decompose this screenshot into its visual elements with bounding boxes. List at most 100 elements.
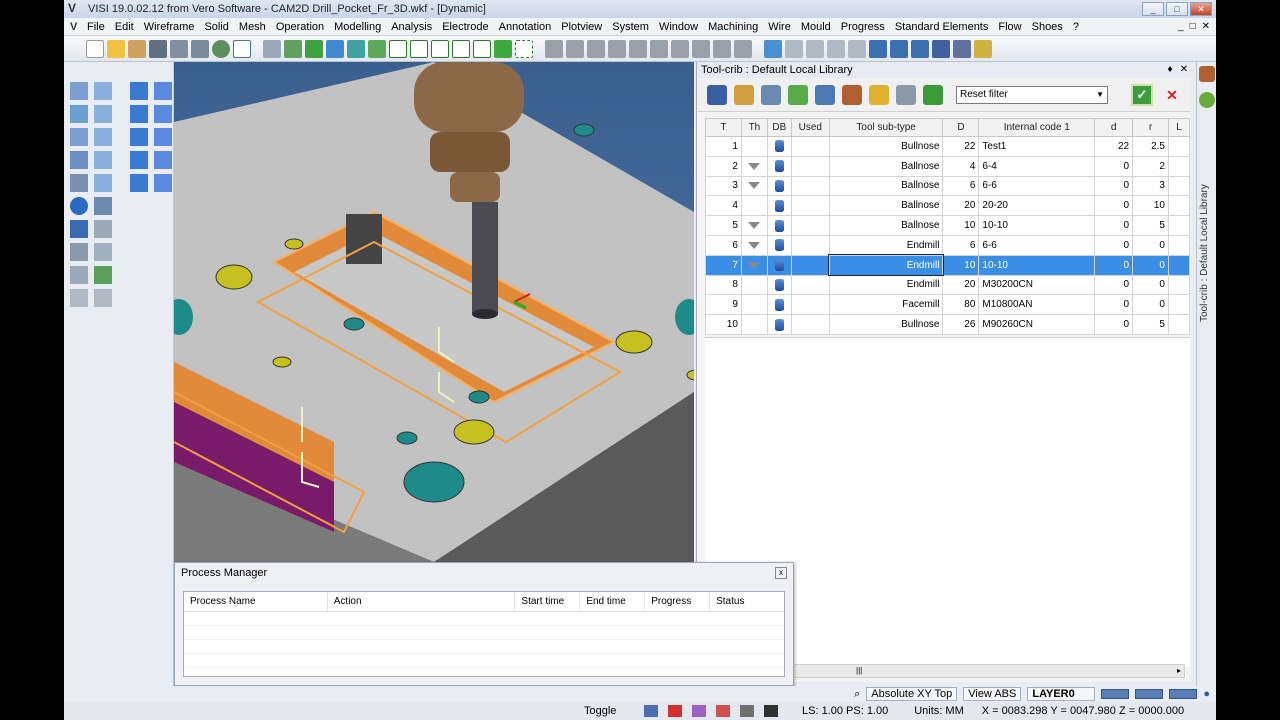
cube-iso-icon[interactable]: [473, 39, 491, 58]
help-query-icon[interactable]: [70, 220, 88, 238]
radius-cell[interactable]: 2: [1132, 155, 1169, 177]
small-d-cell[interactable]: 0: [1094, 215, 1134, 236]
internal-code-cell[interactable]: 10-10: [978, 254, 1096, 276]
col-db[interactable]: DB: [766, 118, 792, 137]
col-d-upper[interactable]: D: [942, 118, 980, 137]
database-cell[interactable]: [766, 254, 792, 276]
tool-arc4-icon[interactable]: [650, 39, 668, 58]
menu-help[interactable]: ?: [1068, 21, 1084, 33]
internal-code-cell[interactable]: M10800AN: [978, 294, 1096, 316]
length-cell[interactable]: [1167, 136, 1191, 157]
diameter-cell[interactable]: 80: [942, 294, 980, 316]
col-d-lower[interactable]: d: [1094, 118, 1134, 137]
arrow-left-icon[interactable]: [70, 289, 88, 307]
delete-tool-icon[interactable]: [896, 84, 916, 105]
properties-icon[interactable]: [94, 266, 112, 284]
menu-solid[interactable]: Solid: [199, 21, 233, 33]
tool-row[interactable]: 3 Ballnose 6 6-6 0 3: [705, 175, 1191, 197]
length-cell[interactable]: [1167, 234, 1191, 256]
col-used[interactable]: Used: [790, 118, 830, 137]
diameter-cell[interactable]: 6: [942, 175, 980, 197]
menu-standard-elements[interactable]: Standard Elements: [890, 21, 994, 33]
menu-mesh[interactable]: Mesh: [234, 21, 271, 33]
col-end-time[interactable]: End time: [580, 592, 646, 611]
menu-edit[interactable]: Edit: [110, 21, 139, 33]
col-r[interactable]: r: [1132, 118, 1169, 137]
used-cell[interactable]: [790, 274, 830, 296]
pin-icon[interactable]: ♦: [1163, 62, 1177, 78]
diameter-cell[interactable]: 10: [942, 254, 980, 276]
diameter-cell[interactable]: 4: [942, 155, 980, 177]
refresh-library-icon[interactable]: [788, 84, 808, 105]
tool-number-cell[interactable]: 9: [705, 294, 742, 316]
tool-row[interactable]: 4 Ballnose 20 20-20 0 10: [705, 195, 1191, 217]
tool-arc5-icon[interactable]: [671, 39, 689, 58]
menu-progress[interactable]: Progress: [836, 21, 890, 33]
database-cell[interactable]: [766, 136, 792, 157]
menu-modelling[interactable]: Modelling: [329, 21, 386, 33]
snap-off-icon[interactable]: [668, 705, 682, 717]
pan-icon[interactable]: [284, 39, 302, 58]
holder-cell[interactable]: [740, 234, 768, 256]
axis-x-icon[interactable]: [130, 151, 148, 169]
used-cell[interactable]: [790, 234, 830, 256]
tool-number-cell[interactable]: 8: [705, 274, 742, 296]
color-swatch-3[interactable]: [1169, 689, 1198, 699]
small-d-cell[interactable]: 0: [1094, 274, 1134, 296]
move-copy-icon[interactable]: [94, 82, 112, 100]
tool-row[interactable]: 2 Ballnose 4 6-4 0 2: [705, 155, 1191, 177]
scale-icon[interactable]: [70, 105, 88, 123]
tool-subtype-cell[interactable]: Ballnose: [828, 175, 944, 197]
rotate-x-icon[interactable]: [130, 105, 148, 123]
cube-top-icon[interactable]: [431, 39, 449, 58]
used-cell[interactable]: [790, 314, 830, 335]
radius-cell[interactable]: 0: [1132, 254, 1169, 276]
refresh-view-icon[interactable]: [326, 39, 344, 58]
cube-shaded-icon[interactable]: [494, 39, 512, 58]
snap-mode-icon[interactable]: [692, 705, 706, 717]
length-cell[interactable]: [1167, 294, 1191, 316]
tool-subtype-cell[interactable]: Ballnose: [828, 215, 944, 236]
used-cell[interactable]: [790, 195, 830, 217]
new-file-icon[interactable]: [86, 39, 104, 58]
confirm-button[interactable]: ✓: [1131, 83, 1153, 106]
col-action[interactable]: Action: [328, 592, 516, 611]
radius-cell[interactable]: 5: [1132, 215, 1169, 236]
used-cell[interactable]: [790, 254, 830, 276]
database-cell[interactable]: [766, 294, 792, 316]
rotate-y-icon[interactable]: [130, 128, 148, 146]
tool-number-cell[interactable]: 2: [705, 155, 742, 177]
cancel-button[interactable]: ✕: [1164, 87, 1180, 103]
holder-cell[interactable]: [740, 254, 768, 276]
close-window-button[interactable]: ✕: [1190, 2, 1212, 16]
col-status[interactable]: Status: [710, 592, 784, 611]
scroll-right-icon[interactable]: ▸: [1177, 666, 1181, 675]
radius-cell[interactable]: 0: [1132, 234, 1169, 256]
database-cell[interactable]: [766, 274, 792, 296]
tool-row[interactable]: 10 Bullnose 26 M90260CN 0 5: [705, 314, 1191, 335]
array-copy-icon[interactable]: [94, 174, 112, 192]
tool-subtype-cell[interactable]: Facemill: [828, 294, 944, 316]
length-cell[interactable]: [1167, 175, 1191, 197]
database-cell[interactable]: [766, 314, 792, 335]
tool-number-cell[interactable]: 1: [705, 136, 742, 157]
diameter-cell[interactable]: 20: [942, 274, 980, 296]
print-icon[interactable]: [170, 39, 188, 58]
database-cell[interactable]: [766, 234, 792, 256]
menu-mould[interactable]: Mould: [796, 21, 836, 33]
used-cell[interactable]: [790, 294, 830, 316]
diameter-cell[interactable]: 26: [942, 314, 980, 335]
cube-front-icon[interactable]: [410, 39, 428, 58]
tool-assembly-icon[interactable]: [734, 84, 754, 105]
tool-crib-close-button[interactable]: ✕: [1177, 62, 1191, 78]
tool-row[interactable]: 7 Endmill 10 10-10 0 0: [705, 254, 1191, 277]
menu-shoes[interactable]: Shoes: [1027, 21, 1068, 33]
used-cell[interactable]: [790, 215, 830, 236]
print-preview-icon[interactable]: [191, 39, 209, 58]
cube-section-icon[interactable]: [515, 39, 533, 58]
menu-window[interactable]: Window: [654, 21, 703, 33]
tool-arc7-icon[interactable]: [713, 39, 731, 58]
cylinder-3-icon[interactable]: [827, 39, 845, 58]
tool-blue-icon[interactable]: [869, 39, 887, 58]
tool-number-cell[interactable]: 3: [705, 175, 742, 197]
